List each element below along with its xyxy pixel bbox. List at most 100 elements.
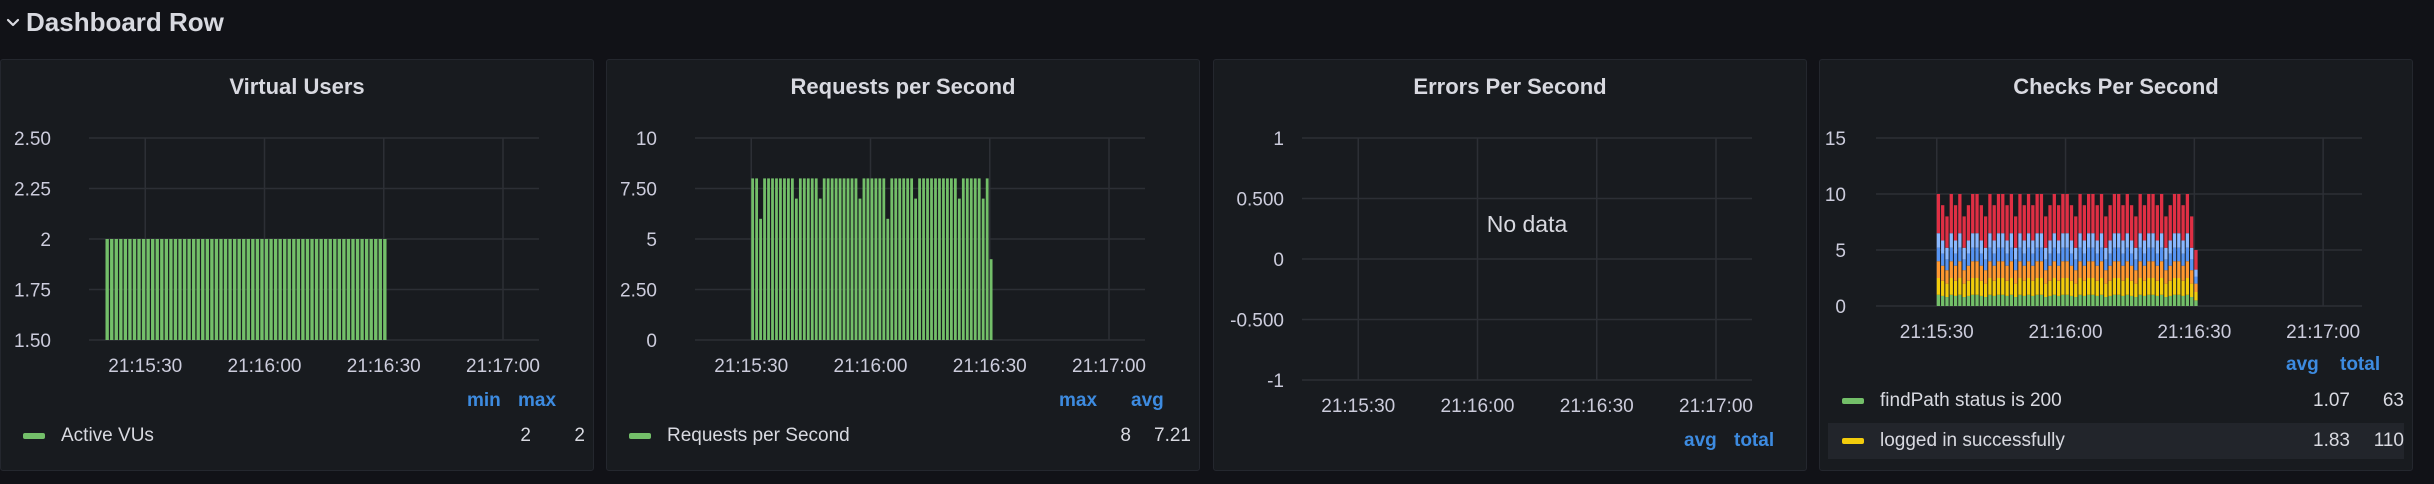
legend-value-avg: 1.83 — [2313, 430, 2350, 451]
stacked-bar-segment — [2168, 265, 2172, 281]
stacked-bar-segment — [2078, 278, 2082, 295]
legend-value-avg: 7.21 — [1154, 425, 1191, 446]
stacked-bar-segment — [2125, 194, 2129, 234]
stacked-bar-segment — [2014, 283, 2018, 298]
stacked-bar-segment — [1966, 205, 1971, 241]
stacked-bar-segment — [2181, 205, 2185, 241]
stacked-bar-segment — [2095, 240, 2099, 254]
bar — [364, 239, 369, 340]
stacked-bar-segment — [2022, 205, 2026, 241]
bar — [246, 239, 250, 340]
stacked-bar-segment — [2035, 194, 2039, 234]
stacked-bar-segment — [2151, 194, 2155, 234]
bar — [838, 178, 842, 340]
stacked-bar-segment — [2147, 278, 2151, 295]
stacked-bar-segment — [2022, 253, 2026, 266]
stacked-bar-segment — [2052, 261, 2056, 278]
bar — [178, 239, 182, 340]
bar — [164, 239, 169, 340]
stacked-bar-segment — [1988, 278, 1992, 295]
panel-errors-per-second[interactable]: Errors Per Second -1 -0.500 0 0.500 1 21:15:3… — [1213, 59, 1807, 471]
legend-header-avg[interactable]: avg — [1131, 390, 1164, 412]
stacked-bar-segment — [2074, 283, 2078, 298]
stacked-bar-segment — [2194, 283, 2198, 292]
bar — [219, 239, 223, 340]
stacked-bar-segment — [2061, 247, 2065, 262]
stacked-bar-segment — [2129, 295, 2134, 306]
stacked-bar-segment — [2014, 270, 2018, 284]
stacked-bar-segment — [2078, 261, 2082, 278]
stacked-bar-segment — [2005, 265, 2009, 281]
panel-requests-per-second[interactable]: Requests per Second 0 2.50 5 7.50 10 21:15:30… — [606, 59, 1200, 471]
stacked-bar-segment — [2065, 194, 2069, 234]
legend-header-total[interactable]: total — [2340, 354, 2380, 376]
panel-virtual-users[interactable]: Virtual Users 1.50 1.75 2 2.25 2.50 21:15:30 2… — [0, 59, 594, 471]
legend-item[interactable]: findPath status is 200 1.07 63 — [1828, 383, 2404, 419]
legend-item[interactable]: Active VUs 2 2 — [9, 418, 585, 454]
stacked-bar-segment — [2078, 247, 2082, 262]
stacked-bar-segment — [2026, 247, 2031, 262]
stacked-bar-segment — [2061, 278, 2065, 295]
legend-header-max[interactable]: max — [1059, 390, 1097, 412]
dashboard-row-header[interactable]: Dashboard Row — [0, 0, 2434, 44]
legend-header-min[interactable]: min — [467, 390, 501, 412]
stacked-bar-segment — [2014, 216, 2018, 248]
bar — [191, 239, 196, 340]
legend-item[interactable]: logged in successfully 1.83 110 — [1828, 423, 2404, 459]
stacked-bar-segment — [1945, 297, 1949, 306]
stacked-bar-segment — [2065, 294, 2069, 306]
stacked-bar-segment — [2009, 278, 2014, 295]
bar — [242, 239, 246, 340]
stacked-bar-segment — [1953, 265, 1958, 281]
stacked-bar-segment — [2185, 294, 2190, 306]
stacked-bar-segment — [2104, 283, 2108, 298]
bar — [755, 178, 758, 340]
bar — [878, 178, 882, 340]
stacked-bar-segment — [2112, 247, 2117, 262]
stacked-bar-segment — [2044, 297, 2048, 306]
stacked-bar-segment — [2069, 265, 2074, 281]
stacked-bar-segment — [2048, 253, 2052, 266]
y-tick-label: 15 — [1825, 129, 1846, 150]
bar — [850, 178, 854, 340]
legend-header-max[interactable]: max — [518, 390, 556, 412]
stacked-bar-segment — [2001, 233, 2005, 248]
bar — [926, 178, 929, 340]
stacked-bar-segment — [1953, 240, 1958, 254]
x-tick-label: 21:16:30 — [2157, 322, 2231, 343]
stacked-bar-segment — [2159, 247, 2164, 262]
stacked-bar-segment — [2039, 278, 2044, 295]
stacked-bar-segment — [2134, 270, 2138, 284]
stacked-bar-segment — [2087, 194, 2091, 234]
bar — [814, 178, 818, 340]
stacked-bar-segment — [2039, 194, 2044, 234]
legend-header-avg[interactable]: avg — [1684, 430, 1717, 452]
stacked-bar-segment — [2031, 253, 2035, 266]
stacked-bar-segment — [2159, 278, 2164, 295]
stacked-bar-segment — [1975, 247, 1979, 262]
bar — [950, 178, 953, 340]
stacked-bar-segment — [2129, 240, 2134, 254]
stacked-bar-segment — [2164, 297, 2168, 306]
stacked-bar-segment — [2151, 247, 2155, 262]
bar — [922, 178, 925, 340]
stacked-bar-segment — [2104, 297, 2108, 306]
legend-header-avg[interactable]: avg — [2286, 354, 2319, 376]
bar — [953, 178, 957, 340]
stacked-bar-segment — [2194, 276, 2198, 284]
bar — [296, 239, 301, 340]
panel-checks-per-second[interactable]: Checks Per Second 0 5 10 15 21:15:30 21:16:00… — [1819, 59, 2413, 471]
legend-header-total[interactable]: total — [1734, 430, 1774, 452]
stacked-bar-segment — [2056, 240, 2061, 254]
y-tick-label: 1.50 — [14, 331, 51, 352]
bar — [771, 178, 774, 340]
stacked-bar-segment — [2185, 247, 2190, 262]
stacked-bar-segment — [2061, 294, 2065, 306]
stacked-bar-segment — [2104, 259, 2108, 271]
stacked-bar-segment — [2035, 261, 2039, 278]
stacked-bar-segment — [2031, 240, 2035, 254]
bar — [818, 198, 822, 340]
stacked-bar-segment — [2117, 278, 2121, 295]
stacked-bar-segment — [1966, 253, 1971, 266]
legend-item[interactable]: Requests per Second 8 7.21 — [615, 418, 1191, 454]
